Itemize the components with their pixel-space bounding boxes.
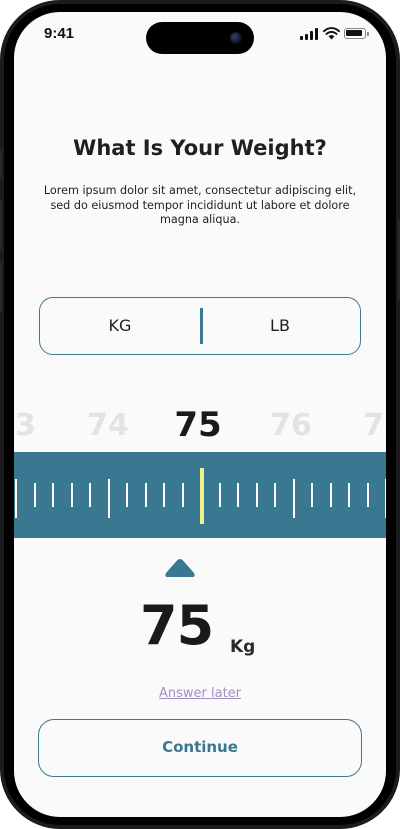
page-description: Lorem ipsum dolor sit amet, consectetur … <box>43 184 357 226</box>
ruler-number: 76 <box>270 408 312 443</box>
wifi-icon <box>323 27 340 40</box>
status-icons <box>300 27 369 41</box>
ruler-number: 77 <box>363 408 386 443</box>
weight-ruler-slider[interactable] <box>14 452 386 538</box>
ruler-indicator <box>200 468 204 524</box>
ruler-numbers: 73 74 75 76 77 <box>14 405 386 452</box>
ruler-major-tick <box>107 479 110 518</box>
volume-down-button <box>0 262 2 312</box>
ruler-major-tick <box>15 479 17 518</box>
weight-value: 75 <box>140 594 214 657</box>
ruler-minor-tick <box>348 483 350 507</box>
ruler-number: 74 <box>87 408 129 443</box>
weight-unit: Kg <box>230 637 256 657</box>
status-bar: 9:41 <box>14 12 386 58</box>
volume-up-button <box>0 200 2 250</box>
answer-later-link[interactable]: Answer later <box>14 686 386 701</box>
ruler-minor-tick <box>126 483 128 507</box>
ruler-minor-tick <box>311 483 313 507</box>
page-title: What Is Your Weight? <box>73 136 327 160</box>
dynamic-island <box>146 22 254 54</box>
status-time: 9:41 <box>44 25 75 42</box>
caret-up-icon <box>165 559 195 577</box>
ruler-minor-tick <box>70 483 73 507</box>
ruler-minor-tick <box>274 483 276 507</box>
battery-icon <box>344 28 369 39</box>
ruler-minor-tick <box>163 483 165 507</box>
ruler-minor-tick <box>237 483 239 507</box>
unit-option-lb[interactable]: LB <box>200 298 360 353</box>
ruler-minor-tick <box>255 483 258 507</box>
ruler-minor-tick <box>33 483 36 507</box>
ruler-minor-tick <box>329 483 332 507</box>
unit-option-kg[interactable]: KG <box>40 298 200 353</box>
ruler-minor-tick <box>144 483 147 507</box>
signal-icon <box>300 28 318 40</box>
ruler-minor-tick <box>89 483 91 507</box>
action-button <box>0 150 2 178</box>
continue-button[interactable]: Continue <box>38 719 362 777</box>
ruler-minor-tick <box>52 483 54 507</box>
ruler-minor-tick <box>366 483 369 507</box>
camera-icon <box>230 32 242 44</box>
unit-toggle: KG LB <box>39 297 361 355</box>
screen: 9:41 What Is Your Weight? Lorem ipsum do… <box>14 12 386 817</box>
ruler-major-tick <box>292 479 295 518</box>
ruler-selected-number: 75 <box>174 405 222 445</box>
ruler-minor-tick <box>218 483 221 507</box>
ruler-number: 73 <box>14 408 36 443</box>
ruler-major-tick <box>385 479 386 518</box>
ruler-minor-tick <box>181 483 184 507</box>
